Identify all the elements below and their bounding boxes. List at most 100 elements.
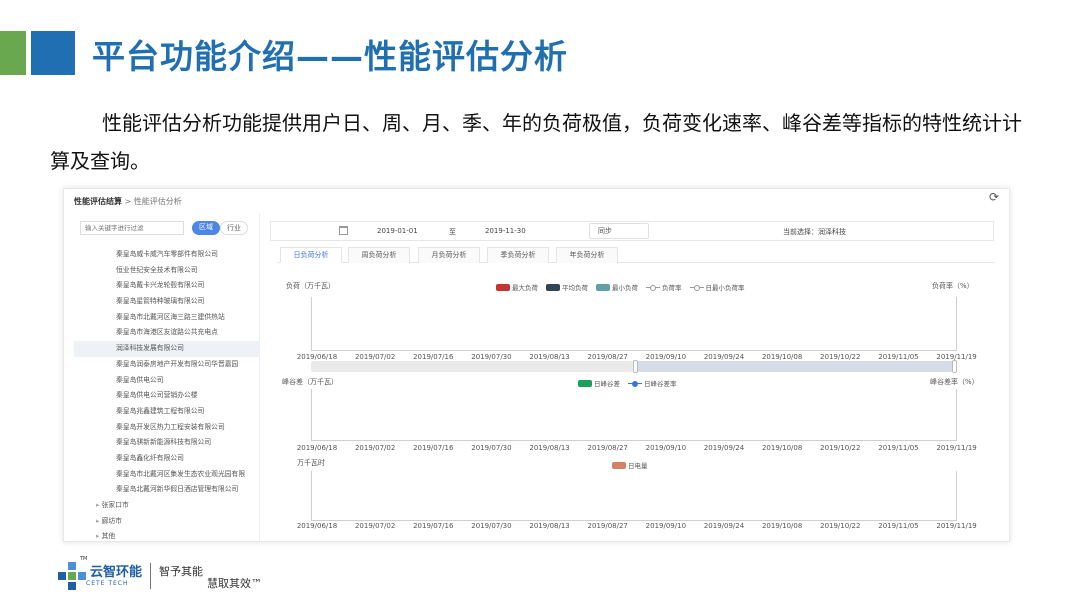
min-load-swatch [596, 283, 610, 291]
slogan-line-2: 慧取其效™ [207, 577, 263, 590]
x-tick-label: 2019/10/08 [761, 522, 803, 530]
x-tick-label: 2019/10/22 [820, 522, 861, 530]
x-tick-label: 2019/11/05 [878, 522, 919, 530]
tree-item[interactable]: 秦皇岛开发区热力工程安装有限公司 [74, 420, 260, 436]
industry-toggle-button[interactable]: 行业 [220, 221, 248, 235]
peak-valley-swatch [578, 379, 592, 387]
tree-item[interactable]: 秦皇岛兆鑫建筑工程有限公司 [74, 404, 260, 420]
energy-y-axis-label: 万千瓦时 [297, 459, 325, 467]
avg-load-swatch [546, 283, 560, 291]
x-tick-label: 2019/07/16 [413, 353, 454, 361]
sync-button[interactable]: 同步 [589, 223, 649, 239]
logo-divider [150, 563, 152, 589]
energy-chart-legend: 日电量 [612, 460, 652, 470]
tree-group[interactable]: 张家口市 [74, 498, 260, 514]
x-tick-label: 2019/11/05 [878, 444, 919, 452]
x-tick-label: 2019/08/27 [587, 353, 628, 361]
tree-item[interactable]: 秦皇岛鑫化纤有限公司 [74, 451, 260, 467]
title-accent-green [0, 31, 26, 75]
load-rate-line-icon [646, 284, 660, 291]
region-toggle-button[interactable]: 区域 [192, 221, 220, 235]
start-date-field[interactable]: 2019-01-01 [377, 227, 418, 235]
slogan-line-1: 智予其能 [159, 565, 204, 578]
x-tick-label: 2019/10/08 [761, 444, 803, 452]
peak-valley-chart-legend: 日峰谷差 日峰谷差率 [578, 378, 681, 388]
tree-item[interactable]: 秦皇岛戴卡兴龙轮毂有限公司 [74, 278, 260, 294]
date-zoom-slider[interactable] [311, 360, 957, 373]
legend-daily-peak-valley-rate[interactable]: 日峰谷差率 [628, 378, 677, 388]
x-tick-label: 2019/11/19 [936, 522, 977, 530]
breadcrumb-current: 性能评估分析 [133, 197, 182, 206]
tree-item[interactable]: 秦皇岛威卡威汽车零部件有限公司 [74, 247, 260, 263]
x-tick-label: 2019/09/10 [645, 444, 687, 452]
slide-description: 性能评估分析功能提供用户日、周、月、季、年的负荷极值，负荷变化速率、峰谷差等指标… [50, 111, 1022, 173]
tab-daily-load[interactable]: 日负荷分析 [280, 247, 342, 263]
energy-swatch [612, 461, 626, 469]
x-tick-label: 2019/09/24 [703, 353, 745, 361]
tree-item[interactable]: 秦皇岛供电公司 [74, 373, 260, 389]
tree-search-input[interactable] [80, 221, 184, 235]
logo-tm: TM [80, 556, 88, 562]
tab-monthly-load[interactable]: 月负荷分析 [418, 247, 480, 263]
tree-item[interactable]: 秦皇岛星箭特种玻璃有限公司 [74, 294, 260, 310]
x-tick-label: 2019/07/16 [413, 444, 454, 452]
x-tick-label: 2019/07/02 [354, 444, 396, 452]
breadcrumb-root[interactable]: 性能评估结算 [74, 197, 122, 206]
analysis-tabs: 日负荷分析 周负荷分析 月负荷分析 季负荷分析 年负荷分析 [278, 247, 994, 263]
slider-selected-range[interactable] [635, 361, 957, 372]
tree-item[interactable]: 秦皇岛市北戴河区海三路三建供热站 [74, 310, 260, 326]
date-filter-bar: 2019-01-01 至 2019-11-30 同步 当前选择：润泽科技 [270, 221, 994, 241]
tree-item[interactable]: 秦皇岛润泰房地产开发有限公司华晋嘉园 [74, 357, 260, 373]
x-tick-label: 2019/07/30 [471, 353, 512, 361]
tab-quarterly-load[interactable]: 季负荷分析 [487, 247, 549, 263]
energy-chart-x-ticks: 2019/06/18 2019/07/02 2019/07/16 2019/07/30… [294, 522, 977, 532]
legend-load-rate[interactable]: 负荷率 [646, 282, 682, 292]
legend-daily-energy[interactable]: 日电量 [612, 460, 648, 470]
daily-min-load-rate-line-icon [689, 284, 704, 291]
x-tick-label: 2019/08/13 [529, 522, 570, 530]
x-tick-label: 2019/10/08 [761, 353, 803, 361]
app-screenshot: 性能评估结算 > 性能评估分析 ⟳ 区域 行业 秦皇岛威卡威汽车零部件有限公司恒… [63, 188, 1010, 542]
slider-right-handle[interactable] [952, 360, 957, 373]
legend-min-load[interactable]: 最小负荷 [596, 282, 638, 292]
brand-name-en: CETE TECH [86, 579, 129, 587]
legend-daily-peak-valley[interactable]: 日峰谷差 [578, 378, 620, 388]
legend-avg-load[interactable]: 平均负荷 [546, 282, 588, 292]
x-tick-label: 2019/06/18 [296, 522, 338, 530]
energy-chart-plot-area [311, 471, 957, 521]
load-chart-plot-area [311, 297, 957, 351]
x-tick-label: 2019/11/19 [936, 444, 977, 452]
peak-valley-chart-x-ticks: 2019/06/18 2019/07/02 2019/07/16 2019/07/30… [294, 444, 977, 454]
x-tick-label: 2019/06/18 [296, 353, 338, 361]
tree-item[interactable]: 秦皇岛市海港区友谊路公共充电点 [74, 325, 260, 341]
org-tree: 秦皇岛威卡威汽车零部件有限公司 恒业世纪安全技术有限公司 秦皇岛戴卡兴龙轮毂有限公司… [74, 247, 260, 541]
legend-max-load[interactable]: 最大负荷 [496, 282, 538, 292]
tree-group[interactable]: 其他 [74, 529, 260, 541]
x-tick-label: 2019/08/27 [587, 444, 628, 452]
tree-item[interactable]: 润泽科技发展有限公司 [74, 341, 260, 357]
legend-daily-min-load-rate[interactable]: 日最小负荷率 [689, 282, 745, 292]
company-logo: TM 云智环能 CETE TECH 智予其能 慧取其效™ [58, 556, 264, 592]
calendar-icon[interactable] [339, 226, 348, 235]
x-tick-label: 2019/08/13 [529, 353, 570, 361]
load-y-axis-label: 负荷（万千瓦） [286, 282, 335, 290]
logo-mark-icon: TM [58, 556, 87, 590]
slider-left-handle[interactable] [633, 360, 638, 373]
x-tick-label: 2019/11/05 [878, 353, 919, 361]
load-chart-legend: 最大负荷 平均负荷 最小负荷 负荷率 日最小负荷率 [496, 282, 749, 292]
refresh-icon[interactable]: ⟳ [989, 190, 999, 204]
tree-item[interactable]: 秦皇岛市北戴河区集发生态农业观光园有限 [74, 467, 260, 483]
x-tick-label: 2019/07/02 [354, 353, 396, 361]
tab-yearly-load[interactable]: 年负荷分析 [556, 247, 618, 263]
x-tick-label: 2019/09/24 [703, 444, 745, 452]
tree-item[interactable]: 秦皇岛骐新新能源科技有限公司 [74, 435, 260, 451]
load-rate-y-axis-label: 负荷率（%） [932, 282, 974, 290]
tree-item[interactable]: 秦皇岛供电公司营销办公楼 [74, 388, 260, 404]
breadcrumb: 性能评估结算 > 性能评估分析 [74, 196, 182, 207]
end-date-field[interactable]: 2019-11-30 [485, 227, 526, 235]
tab-weekly-load[interactable]: 周负荷分析 [348, 247, 410, 263]
tree-group[interactable]: 廊坊市 [74, 514, 260, 530]
tree-item[interactable]: 秦皇岛北戴河新华假日酒店管理有限公司 [74, 482, 260, 498]
tree-item[interactable]: 恒业世纪安全技术有限公司 [74, 263, 260, 279]
x-tick-label: 2019/10/22 [820, 444, 861, 452]
